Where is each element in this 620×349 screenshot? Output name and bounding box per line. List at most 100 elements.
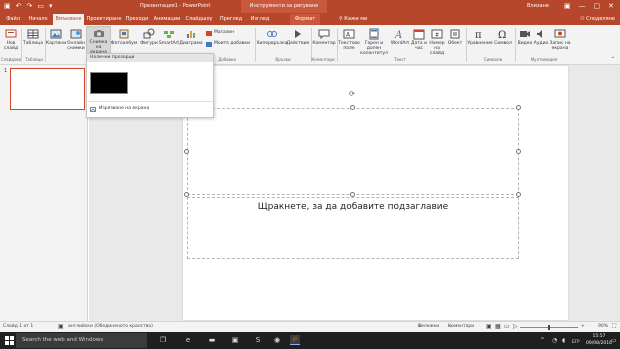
chart-button[interactable]: Диаграма xyxy=(179,28,203,46)
new-slide-button[interactable]: Нов слайд xyxy=(3,28,19,51)
spellcheck-icon[interactable]: ▣ xyxy=(58,322,64,332)
audio-button[interactable]: Аудио xyxy=(533,28,549,46)
calendar-icon xyxy=(413,29,425,40)
undo-icon[interactable]: ↶ xyxy=(16,2,22,10)
thumbnail-number: 1 xyxy=(4,68,8,74)
textbox-button[interactable]: A Текстово поле xyxy=(338,28,360,51)
subtitle-placeholder-text: Щракнете, за да добавите подзаглавие xyxy=(257,202,449,212)
slide[interactable]: ⟳ Щракнете, за да добавите подзаглавие xyxy=(183,66,568,320)
slide-number-button[interactable]: # Номер на слайд xyxy=(428,28,446,56)
resize-handle[interactable] xyxy=(184,149,189,154)
shapes-button[interactable]: Фигури xyxy=(140,28,158,46)
share-button[interactable]: ⚇ Споделяне xyxy=(580,13,615,25)
tell-me-search[interactable]: ⚲ Кажи ми xyxy=(339,13,367,25)
omega-icon: Ω xyxy=(498,30,506,40)
tab-view[interactable]: Изглед xyxy=(248,14,272,25)
subtitle-placeholder[interactable]: Щракнете, за да добавите подзаглавие xyxy=(187,197,519,259)
present-icon[interactable]: ▭ xyxy=(37,2,44,10)
language-label[interactable]: английски (Обединеното кралство) xyxy=(68,322,153,332)
speaker-icon xyxy=(537,30,542,38)
chrome-icon[interactable]: ◉ xyxy=(272,335,282,345)
picture-icon xyxy=(50,29,62,39)
camera-icon xyxy=(93,30,104,37)
collapse-ribbon-icon[interactable]: ^ xyxy=(611,57,615,63)
redo-icon[interactable]: ↷ xyxy=(27,2,33,10)
document-title: Презентация1 - PowerPoint xyxy=(140,3,211,9)
resize-handle[interactable] xyxy=(516,105,521,110)
group-label-symbols: Символи xyxy=(483,57,503,62)
ribbon-display-options-icon[interactable]: ▣ xyxy=(564,1,571,11)
zoom-slider-knob[interactable] xyxy=(548,325,550,330)
screen-clipping-icon xyxy=(90,106,96,112)
store-app-icon[interactable]: ▣ xyxy=(230,335,240,345)
symbol-button[interactable]: Ω Символ xyxy=(493,28,513,46)
tab-format[interactable]: Формат xyxy=(290,14,320,25)
tab-review[interactable]: Преглед xyxy=(218,14,244,25)
action-button[interactable]: Действие xyxy=(287,28,309,46)
available-window-thumbnail[interactable] xyxy=(90,72,128,94)
resize-handle[interactable] xyxy=(350,105,355,110)
video-button[interactable]: Видео xyxy=(517,28,533,46)
fit-slide-icon[interactable]: ⛶ xyxy=(612,322,616,332)
task-view-icon[interactable]: ❐ xyxy=(158,335,168,345)
reading-view-icon[interactable]: ▭ xyxy=(504,322,510,332)
tab-animations[interactable]: Анимации xyxy=(152,14,182,25)
tab-design[interactable]: Проектиране xyxy=(86,14,122,25)
save-icon[interactable]: ▣ xyxy=(4,2,11,10)
skype-icon[interactable]: S xyxy=(253,335,263,345)
equation-button[interactable]: π Уравнение xyxy=(467,28,492,46)
normal-view-icon[interactable]: ▣ xyxy=(486,322,492,332)
customize-qat-icon[interactable]: ▾ xyxy=(49,2,53,10)
group-label-media: Мултимедия xyxy=(530,57,558,62)
photo-album-button[interactable]: Фотоалбум xyxy=(111,28,137,46)
online-pictures-button[interactable]: Онлайн снимки xyxy=(66,28,86,51)
maximize-button[interactable]: ▢ xyxy=(594,1,601,11)
powerpoint-taskbar-icon[interactable]: P xyxy=(290,335,300,345)
zoom-in-icon[interactable]: + xyxy=(581,322,585,332)
slideshow-view-icon[interactable]: ▷ xyxy=(513,322,518,332)
my-addins-button[interactable]: Моите добавки xyxy=(206,41,250,47)
file-explorer-icon[interactable]: ▬ xyxy=(207,335,217,345)
sign-in-link[interactable]: Влизане xyxy=(527,2,549,10)
tab-insert[interactable]: Вмъкване xyxy=(53,14,84,25)
header-footer-button[interactable]: Горен и долен колонтитул xyxy=(359,28,389,56)
smartart-button[interactable]: SmartArt xyxy=(158,28,180,46)
action-center-icon[interactable]: ▭ xyxy=(611,338,617,344)
object-button[interactable]: Обект xyxy=(447,28,463,46)
wordart-button[interactable]: A WordArt xyxy=(390,28,410,46)
group-separator xyxy=(515,28,516,62)
slide-sorter-icon[interactable]: ▦ xyxy=(495,322,501,332)
table-button[interactable]: Таблица xyxy=(23,28,43,46)
edge-icon[interactable]: e xyxy=(183,335,193,345)
screen-recording-button[interactable]: Запис на екрана xyxy=(549,28,571,51)
volume-icon[interactable]: ◖ xyxy=(562,338,565,344)
close-button[interactable]: ✕ xyxy=(608,1,614,11)
store-button[interactable]: Магазин xyxy=(206,30,234,36)
hyperlink-button[interactable]: Хипервръзка xyxy=(256,28,288,46)
taskbar-clock[interactable]: 15:57 09/08/2016 xyxy=(586,333,612,347)
notification-chevron-icon[interactable]: ^ xyxy=(540,338,545,344)
tab-home[interactable]: Начало xyxy=(26,14,50,25)
slide-thumbnail[interactable] xyxy=(10,68,85,110)
tab-file[interactable]: Файл xyxy=(2,14,24,25)
tab-transitions[interactable]: Преходи xyxy=(124,14,150,25)
tab-slideshow[interactable]: Слайдшоу xyxy=(184,14,214,25)
taskbar-search-box[interactable]: Search the web and Windows xyxy=(16,333,147,348)
network-icon[interactable]: ◔ xyxy=(552,338,557,344)
windows-start-icon[interactable] xyxy=(2,334,16,347)
group-label-tables: Таблици xyxy=(25,57,43,62)
title-placeholder[interactable] xyxy=(187,108,519,195)
comment-button[interactable]: Коментар xyxy=(312,28,336,46)
dropdown-divider xyxy=(87,101,213,102)
input-language[interactable]: БГР xyxy=(572,339,580,344)
group-label-addins: Добавки xyxy=(218,57,236,62)
group-label-links: Връзки xyxy=(275,57,291,62)
screen-clipping-item[interactable]: Изрязване на екрана xyxy=(90,106,149,112)
rotate-handle-icon[interactable]: ⟳ xyxy=(349,91,355,98)
resize-handle[interactable] xyxy=(516,149,521,154)
date-time-button[interactable]: Дата и час xyxy=(411,28,427,51)
table-icon xyxy=(27,29,39,39)
zoom-level[interactable]: 90% xyxy=(598,322,608,332)
pictures-button[interactable]: Картини xyxy=(46,28,66,46)
minimize-button[interactable]: — xyxy=(579,1,586,11)
